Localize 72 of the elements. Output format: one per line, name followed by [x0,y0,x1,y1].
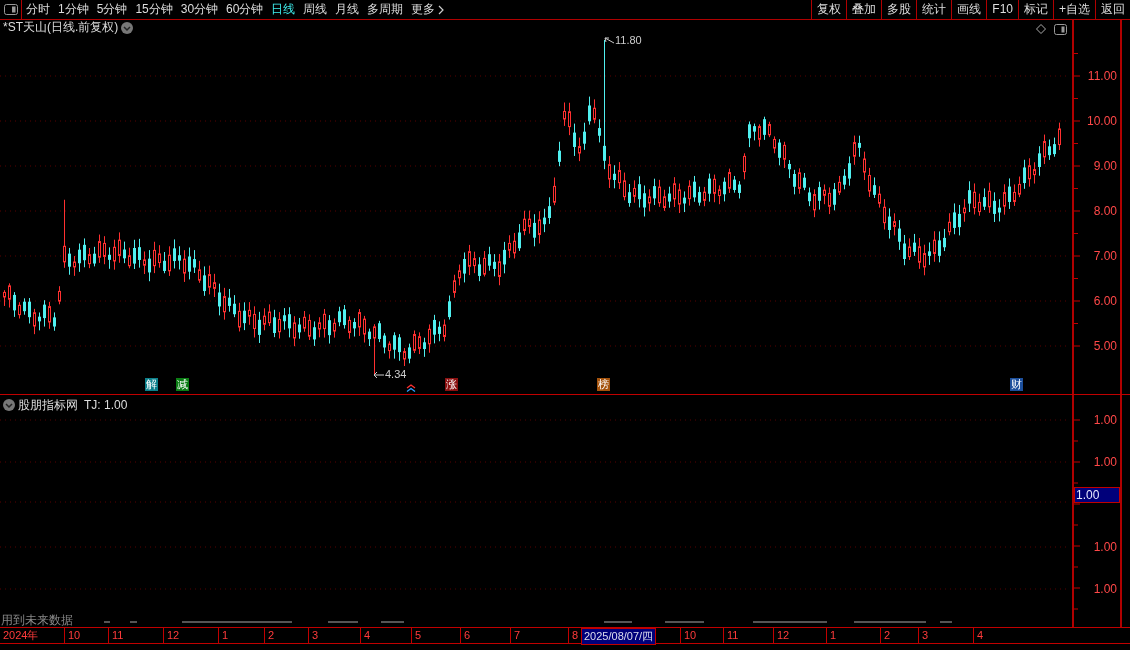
period-tab[interactable]: 5分钟 [92,0,132,19]
axis-label: 6.00 [1093,294,1117,308]
chevron-icon [438,4,445,15]
more-menu-button[interactable]: 更多 [407,0,449,19]
axis-label: 8.00 [1093,204,1117,218]
period-tab[interactable]: 周线 [299,0,332,19]
toolbar-button[interactable]: F10 [986,0,1018,19]
toolbar-button[interactable]: 返回 [1095,0,1130,19]
date-label: 2025/08/07/四 [581,628,657,645]
toolbar-button[interactable]: 叠加 [846,0,882,19]
axis-label: 1.00 [1093,540,1117,554]
date-label: 1 [218,628,229,643]
indicator-value: TJ: 1.00 [84,397,128,414]
event-tag: 解 [145,378,158,391]
axis-label: 5.00 [1093,339,1117,353]
period-tab[interactable]: 日线 [267,0,300,19]
panel-icon[interactable] [1054,24,1067,35]
date-label: 8 [568,628,579,643]
date-label: 4 [973,628,984,643]
toolbar-button[interactable]: 统计 [916,0,952,19]
date-label: 12 [773,628,790,643]
period-tab[interactable]: 30分钟 [176,0,223,19]
diamond-icon[interactable] [1036,24,1046,34]
period-tab[interactable]: 分时 [22,0,54,19]
dropdown-icon[interactable] [121,21,134,34]
indicator-title: 股朋指标网 [18,397,78,414]
date-label: 1 [826,628,837,643]
date-label: 11 [723,628,739,643]
axis-label: 7.00 [1093,249,1117,263]
period-tab[interactable]: 60分钟 [222,0,268,19]
date-label: 2024年 [2,628,39,643]
chart-title: *ST天山(日线.前复权) [3,21,119,34]
date-label: 10 [64,628,81,643]
period-tab[interactable]: 多周期 [363,0,408,19]
date-label: 2 [264,628,275,643]
date-label: 7 [510,628,521,643]
arrow-icon [373,370,385,379]
axis-label: 11.00 [1087,69,1117,83]
period-tab[interactable]: 1分钟 [54,0,93,19]
price-label: 4.34 [385,368,407,381]
toolbar-button[interactable]: 标记 [1018,0,1053,19]
period-tab[interactable]: 15分钟 [131,0,177,19]
panel-icon[interactable] [3,4,18,15]
date-label: 4 [360,628,371,643]
date-label: 3 [918,628,929,643]
event-tag: 财 [1010,378,1023,391]
axis-label: 1.00 [1093,582,1117,596]
axis-label: 1.00 [1093,413,1117,427]
footer-note: 用到未来数据 [1,613,73,627]
toolbar-button[interactable]: 画线 [951,0,987,19]
date-label: 2 [880,628,891,643]
dropdown-icon[interactable] [3,399,15,411]
date-label: 3 [308,628,319,643]
period-tab[interactable]: 月线 [331,0,364,19]
event-tag: 榜 [597,378,610,391]
event-tag: 减 [176,378,189,391]
date-label: 10 [680,628,697,643]
axis-label: 10.00 [1086,114,1117,128]
price-label: 11.80 [615,34,642,47]
date-label: 5 [411,628,422,643]
axis-label: 1.00 [1093,455,1117,469]
current-value: 1.00 [1074,487,1120,503]
toolbar-button[interactable]: 复权 [811,0,847,19]
date-label: 11 [108,628,124,643]
arrow-icon [603,35,615,46]
event-tag: 涨 [445,378,458,391]
axis-label: 9.00 [1093,159,1117,173]
date-label: 12 [163,628,180,643]
toolbar-button[interactable]: 多股 [881,0,917,19]
toolbar-button[interactable]: +自选 [1053,0,1095,19]
date-label: 6 [460,628,471,643]
double-chevron-icon [406,384,416,392]
